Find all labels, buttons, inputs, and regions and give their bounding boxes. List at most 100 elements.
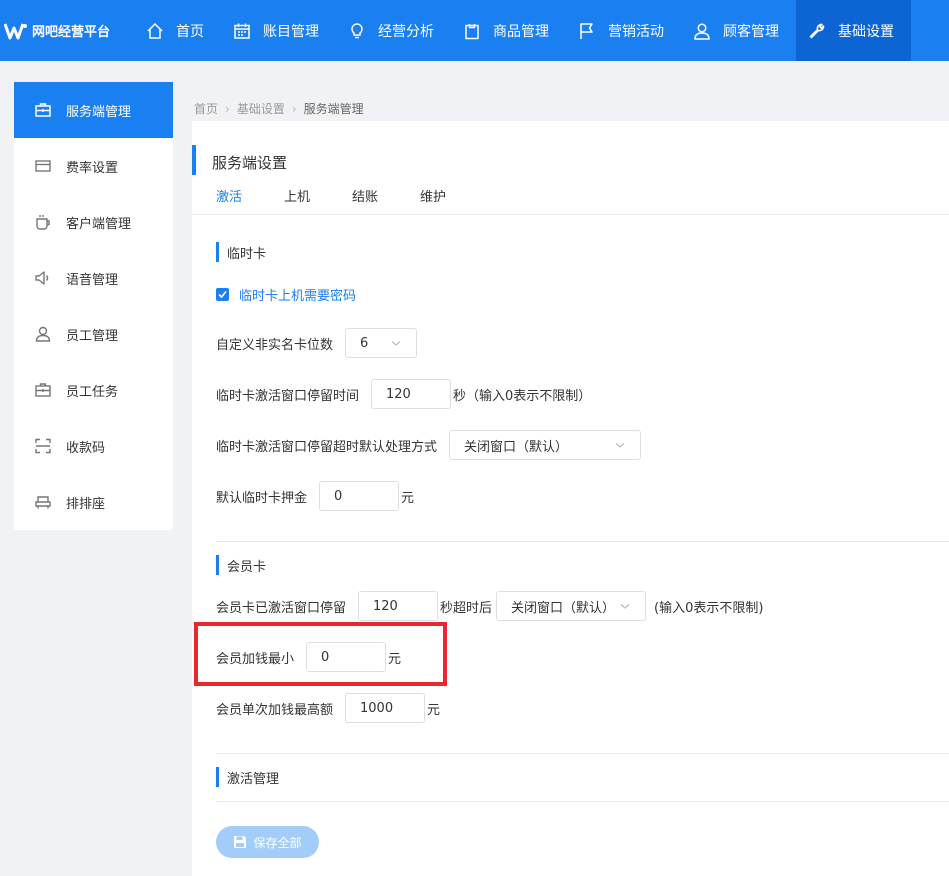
save-icon	[234, 836, 247, 848]
chevron-right-icon: ›	[225, 101, 230, 116]
wrench-icon	[809, 23, 825, 38]
card-digits-select[interactable]: 6	[345, 328, 418, 358]
select-value: 6	[360, 335, 369, 351]
sidebar-item-staff-management[interactable]: 员工管理	[14, 306, 173, 362]
sidebar-item-label: 费率设置	[66, 160, 119, 176]
row-card-digits: 自定义非实名卡位数 6	[216, 328, 418, 358]
field-label: 临时卡激活窗口停留超时默认处理方式	[216, 439, 438, 455]
nav-label: 经营分析	[378, 23, 434, 40]
member-window-time-input[interactable]: 120	[358, 591, 439, 621]
sidebar-item-server-management[interactable]: 服务端管理	[14, 82, 173, 138]
section-title: 激活管理	[227, 771, 280, 787]
section-title: 临时卡	[227, 246, 267, 262]
field-label: 默认临时卡押金	[216, 490, 308, 506]
tabs-divider	[192, 214, 949, 215]
section-activation-management: 激活管理	[216, 767, 279, 787]
sidebar-item-payment-code[interactable]: 收款码	[14, 418, 173, 474]
section-divider	[216, 753, 949, 754]
sidebar-item-label: 排排座	[66, 496, 106, 512]
flag-icon	[580, 22, 593, 39]
wave-logo-icon	[4, 22, 27, 39]
row-temp-deposit: 默认临时卡押金 0 元	[216, 481, 414, 511]
breadcrumb-basic-settings[interactable]: 基础设置	[237, 100, 285, 117]
settings-tabs: 激活 上机 结账 维护	[216, 186, 488, 205]
breadcrumb-home[interactable]: 首页	[194, 100, 218, 117]
highlight-box	[194, 622, 447, 686]
nav-label: 顾客管理	[723, 23, 779, 40]
settings-panel: 服务端设置 激活 上机 结账 维护 临时卡 临时卡上机需要密码 自定义非实名卡位…	[192, 121, 949, 876]
temp-deposit-input[interactable]: 0	[319, 481, 400, 511]
top-nav: 首页 账目管理 经营分析 商品管理 营销活动 顾客管理 基础设置	[134, 0, 911, 61]
nav-label: 账目管理	[263, 23, 319, 40]
seat-icon	[35, 496, 51, 509]
section-divider	[216, 541, 949, 542]
select-value: 关闭窗口（默认）	[511, 600, 616, 616]
calendar-icon	[234, 23, 250, 39]
sidebar-item-staff-tasks[interactable]: 员工任务	[14, 362, 173, 418]
sidebar-item-label: 客户端管理	[66, 216, 132, 232]
row-temp-timeout-action: 临时卡激活窗口停留超时默认处理方式 关闭窗口（默认）	[216, 430, 642, 460]
tab-maintenance[interactable]: 维护	[420, 186, 446, 205]
sidebar-item-rate-settings[interactable]: 费率设置	[14, 138, 173, 194]
breadcrumb: 首页 › 基础设置 › 服务端管理	[194, 100, 364, 117]
field-note: (输入0表示不限制)	[654, 600, 764, 616]
temp-card-password-checkbox-row[interactable]: 临时卡上机需要密码	[216, 285, 356, 304]
save-all-button[interactable]: 保存全部	[216, 826, 319, 858]
nav-item-analysis[interactable]: 经营分析	[336, 0, 451, 61]
save-button-label: 保存全部	[253, 835, 302, 850]
field-unit: 元	[401, 490, 415, 506]
field-unit: 元	[427, 702, 441, 718]
scan-icon	[35, 438, 51, 454]
nav-label: 基础设置	[838, 23, 894, 40]
section-accent-bar	[216, 555, 219, 575]
sidebar-item-label: 员工管理	[66, 328, 119, 344]
section-member-card: 会员卡	[216, 555, 266, 575]
lightbulb-icon	[351, 22, 363, 38]
tab-checkout[interactable]: 结账	[352, 186, 378, 205]
member-max-add-input[interactable]: 1000	[345, 693, 426, 723]
nav-label: 营销活动	[608, 23, 664, 40]
section-accent-bar	[216, 767, 219, 787]
sidebar-item-label: 服务端管理	[66, 104, 132, 120]
sidebar-item-client-management[interactable]: 客户端管理	[14, 194, 173, 250]
home-icon	[147, 22, 163, 39]
member-window-action-select[interactable]: 关闭窗口（默认）	[496, 591, 647, 621]
tab-activate[interactable]: 激活	[216, 186, 242, 205]
nav-item-marketing[interactable]: 营销活动	[566, 0, 681, 61]
sidebar-item-label: 员工任务	[66, 384, 119, 400]
user-icon	[694, 22, 710, 40]
field-label: 会员单次加钱最高额	[216, 702, 334, 718]
row-member-max-add: 会员单次加钱最高额 1000 元	[216, 693, 440, 723]
top-navbar: 网吧经营平台 首页 账目管理 经营分析 商品管理 营销活动 顾客管理 基础设置	[0, 0, 949, 61]
temp-timeout-action-select[interactable]: 关闭窗口（默认）	[449, 430, 642, 460]
sidebar-item-seating[interactable]: 排排座	[14, 474, 173, 530]
task-icon	[35, 383, 51, 397]
sidebar: 服务端管理 费率设置 客户端管理 语音管理 员工管理 员工任务 收款码 排排座	[14, 82, 173, 530]
field-label: 会员卡已激活窗口停留	[216, 600, 347, 616]
sidebar-item-voice-management[interactable]: 语音管理	[14, 250, 173, 306]
tab-login[interactable]: 上机	[284, 186, 310, 205]
field-unit: 秒（输入0表示不限制）	[453, 388, 592, 404]
cup-icon	[36, 215, 50, 230]
brand[interactable]: 网吧经营平台	[0, 0, 134, 61]
section-accent-bar	[216, 242, 219, 262]
nav-item-accounts[interactable]: 账目管理	[221, 0, 336, 61]
speaker-icon	[35, 271, 49, 285]
checkbox-label: 临时卡上机需要密码	[239, 289, 357, 304]
chevron-down-icon	[615, 443, 625, 448]
temp-window-time-input[interactable]: 120	[371, 379, 452, 409]
nav-item-home[interactable]: 首页	[134, 0, 221, 61]
nav-item-customers[interactable]: 顾客管理	[681, 0, 796, 61]
field-unit: 秒超时后	[440, 600, 493, 616]
nav-item-basic-settings[interactable]: 基础设置	[796, 0, 911, 61]
chevron-down-icon	[620, 604, 630, 609]
card-icon	[35, 160, 51, 172]
checkbox-checked[interactable]	[216, 288, 229, 301]
check-icon	[218, 290, 227, 299]
chevron-right-icon: ›	[291, 101, 297, 116]
section-title: 会员卡	[227, 559, 267, 575]
select-value: 关闭窗口（默认）	[464, 439, 569, 455]
nav-item-products[interactable]: 商品管理	[451, 0, 566, 61]
chevron-down-icon	[391, 341, 401, 346]
row-temp-window-time: 临时卡激活窗口停留时间 120 秒（输入0表示不限制）	[216, 379, 591, 409]
